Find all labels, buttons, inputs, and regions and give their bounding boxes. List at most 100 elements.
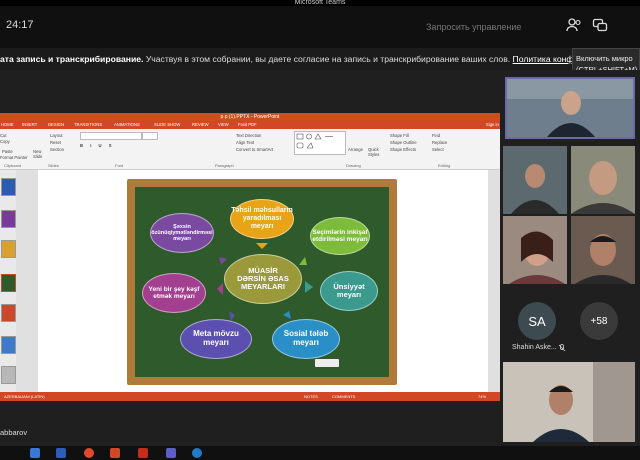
arrow-down-right [283, 311, 291, 319]
self-video [503, 362, 635, 442]
replace-button[interactable]: Replace [432, 140, 447, 145]
request-control-button[interactable]: Запросить управление [426, 22, 521, 32]
chalkboard-arrows [217, 243, 313, 321]
tab-insert[interactable]: INSERT [22, 121, 37, 129]
group-slides: Slides [48, 163, 59, 168]
tooltip-line1: Включить микро [576, 54, 633, 63]
group-editing: Editing [438, 163, 451, 168]
font-size-box[interactable] [142, 132, 158, 140]
powerpoint-title: p.p (1).PPTX - PowerPoint [0, 113, 500, 121]
slide-thumbnail[interactable] [1, 178, 16, 196]
arrow-right [305, 281, 313, 293]
taskbar [0, 446, 640, 460]
overflow-participants-button[interactable]: +58 [580, 302, 618, 340]
comments-button[interactable]: COMMENTS [332, 392, 355, 401]
chalk-eraser [315, 359, 339, 367]
paste-button[interactable]: Paste [2, 149, 13, 154]
group-paragraph: Paragraph [215, 163, 234, 168]
tab-review[interactable]: REVIEW [192, 121, 209, 129]
slide-thumbnail-active[interactable] [1, 274, 16, 292]
video-tile-participant[interactable] [503, 146, 567, 214]
mic-off-icon [558, 344, 566, 352]
tab-transitions[interactable]: TRANSITIONS [74, 121, 102, 129]
word-icon[interactable] [56, 448, 66, 458]
presenter-name: abbarov [0, 428, 28, 437]
shape-fill-button[interactable]: Shape Fill [390, 133, 409, 138]
self-video-tile[interactable] [503, 362, 635, 442]
slide-thumbnail[interactable] [1, 366, 16, 384]
select-button[interactable]: Select [432, 147, 444, 152]
meeting-timer: 24:17 [6, 19, 34, 31]
tab-design[interactable]: DESIGN [48, 121, 64, 129]
shapes-icon [296, 133, 333, 149]
status-bar: AZERBAIJANI (LATIN) NOTES COMMENTS 74% [0, 392, 500, 401]
arrow-up-left [219, 257, 227, 265]
arrow-down-left [229, 311, 235, 321]
copy-button[interactable]: Copy [0, 139, 10, 144]
participant-video [503, 216, 567, 284]
participant-video [571, 146, 635, 214]
slide-thumbnail[interactable] [1, 240, 16, 258]
notes-button[interactable]: NOTES [304, 392, 318, 401]
group-drawing: Drawing [346, 163, 361, 168]
file-explorer-icon[interactable] [30, 448, 40, 458]
font-name-box[interactable] [80, 132, 142, 140]
slide-thumbnails [0, 170, 16, 392]
presenter-video [507, 79, 633, 137]
chat-icon[interactable] [592, 18, 608, 32]
slide-thumbnail[interactable] [1, 210, 16, 228]
shapes-gallery[interactable] [294, 131, 346, 155]
video-tile-presenter[interactable] [505, 77, 635, 139]
section-button[interactable]: Section [50, 147, 64, 152]
arrow-up [256, 243, 268, 249]
layout-button[interactable]: Layout [50, 133, 63, 138]
overflow-count: +58 [590, 315, 608, 327]
arrow-up-right [299, 257, 307, 265]
cut-button[interactable]: Cut [0, 133, 7, 138]
arrange-button[interactable]: Arrange [348, 147, 363, 152]
avatar-initials: SA [528, 313, 546, 329]
slide-thumbnail[interactable] [1, 336, 16, 354]
sign-in-link[interactable]: Sign in [486, 121, 499, 129]
banner-text: Участвуя в этом собрании, вы даете согла… [145, 54, 511, 64]
edge-icon[interactable] [192, 448, 202, 458]
zoom-level: 74% [478, 394, 487, 399]
tab-slide-show[interactable]: SLIDE SHOW [154, 121, 180, 129]
group-font: Font [115, 163, 124, 168]
app-icon[interactable] [138, 448, 148, 458]
font-format-buttons[interactable]: B I U S [80, 143, 115, 148]
ribbon: Paste Cut Copy Format Painter New Slide … [0, 129, 500, 170]
tab-view[interactable]: VIEW [218, 121, 229, 129]
video-tile-participant[interactable] [571, 216, 635, 284]
slide-thumbnail[interactable] [1, 304, 16, 322]
avatar[interactable]: SA [518, 302, 556, 340]
shape-outline-button[interactable]: Shape Outline [390, 140, 417, 145]
video-tile-participant[interactable] [571, 146, 635, 214]
participants-icon[interactable] [566, 18, 582, 32]
recording-banner: ата запись и транскрибирование. Участвуя… [0, 48, 640, 70]
participant-video [503, 146, 567, 214]
meeting-toolbar [0, 6, 640, 48]
teams-icon[interactable] [166, 448, 176, 458]
new-slide-button[interactable]: New Slide [33, 149, 45, 159]
tab-animations[interactable]: ANIMATIONS [114, 121, 140, 129]
shape-effects-button[interactable]: Shape Effects [390, 147, 416, 152]
chrome-icon[interactable] [84, 448, 94, 458]
format-painter-button[interactable]: Format Painter [0, 155, 28, 160]
participant-video [571, 216, 635, 284]
convert-smartart-button[interactable]: Convert to SmartArt [236, 147, 273, 152]
powerpoint-icon[interactable] [110, 448, 120, 458]
ribbon-tabs: HOME INSERT DESIGN TRANSITIONS ANIMATION… [0, 121, 500, 129]
reset-button[interactable]: Reset [50, 140, 61, 145]
arrow-left [217, 283, 223, 295]
quick-styles-button[interactable]: Quick Styles [368, 147, 382, 157]
language-status: AZERBAIJANI (LATIN) [4, 394, 45, 399]
find-button[interactable]: Find [432, 133, 440, 138]
align-text-button[interactable]: Align Text [236, 140, 254, 145]
tab-foxit[interactable]: Foxit PDF [238, 121, 257, 129]
banner-strong: ата запись и транскрибирование. [0, 54, 144, 64]
video-tile-participant[interactable] [503, 216, 567, 284]
participant-name: Shahin Aske... [512, 344, 557, 351]
tab-home[interactable]: HOME [1, 121, 14, 129]
text-direction-button[interactable]: Text Direction [236, 133, 261, 138]
